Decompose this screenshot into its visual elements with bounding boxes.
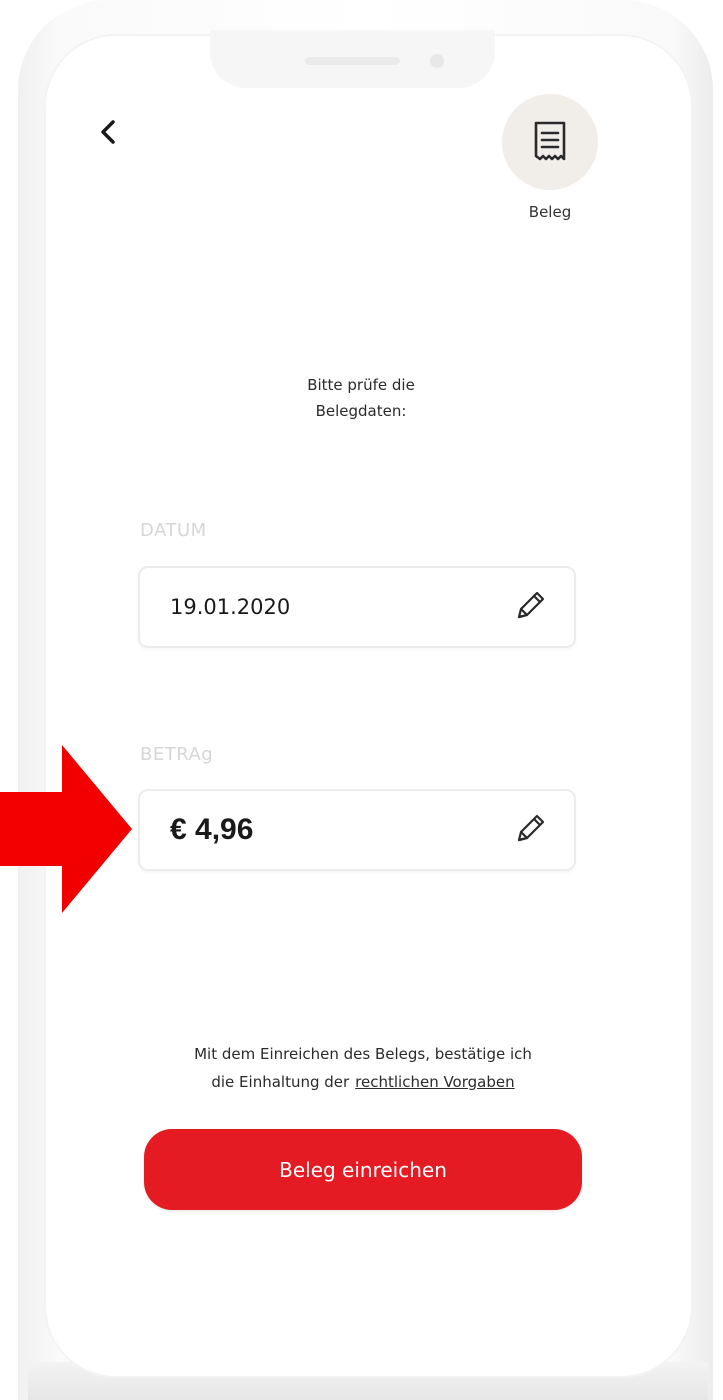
date-field[interactable]: 19.01.2020 [138, 566, 576, 648]
submit-receipt-button[interactable]: Beleg einreichen [144, 1129, 582, 1210]
legal-text-line1: Mit dem Einreichen des Belegs, bestätige… [194, 1045, 532, 1063]
instruction-text: Bitte prüfe die Belegdaten: [307, 376, 415, 420]
legal-text-line2-wrapper: die Einhaltung der rechtlichen Vorgaben [128, 1068, 598, 1096]
chevron-left-icon [101, 120, 115, 144]
amount-edit-pencil-icon[interactable] [512, 811, 548, 847]
right-arrow-icon [0, 745, 132, 913]
date-edit-pencil-icon[interactable] [512, 588, 548, 624]
amount-value: € 4,96 [170, 813, 254, 846]
phone-camera [430, 54, 444, 68]
receipt-label: Beleg [528, 203, 572, 221]
screen: Beleg Bitte prüfe die Belegdaten: DATUM … [0, 0, 723, 1400]
legal-text-line2: die Einhaltung der [211, 1073, 350, 1091]
amount-label: BETRAg [140, 744, 214, 765]
receipt-icon [534, 121, 566, 161]
phone-speaker [305, 57, 400, 65]
amount-field[interactable]: € 4,96 [138, 789, 576, 871]
date-value: 19.01.2020 [170, 595, 291, 619]
date-label: DATUM [140, 520, 207, 541]
back-button[interactable] [88, 110, 128, 154]
legal-requirements-link[interactable]: rechtlichen Vorgaben [355, 1073, 514, 1091]
receipt-button[interactable] [502, 94, 598, 190]
legal-notice: Mit dem Einreichen des Belegs, bestätige… [128, 1040, 598, 1096]
